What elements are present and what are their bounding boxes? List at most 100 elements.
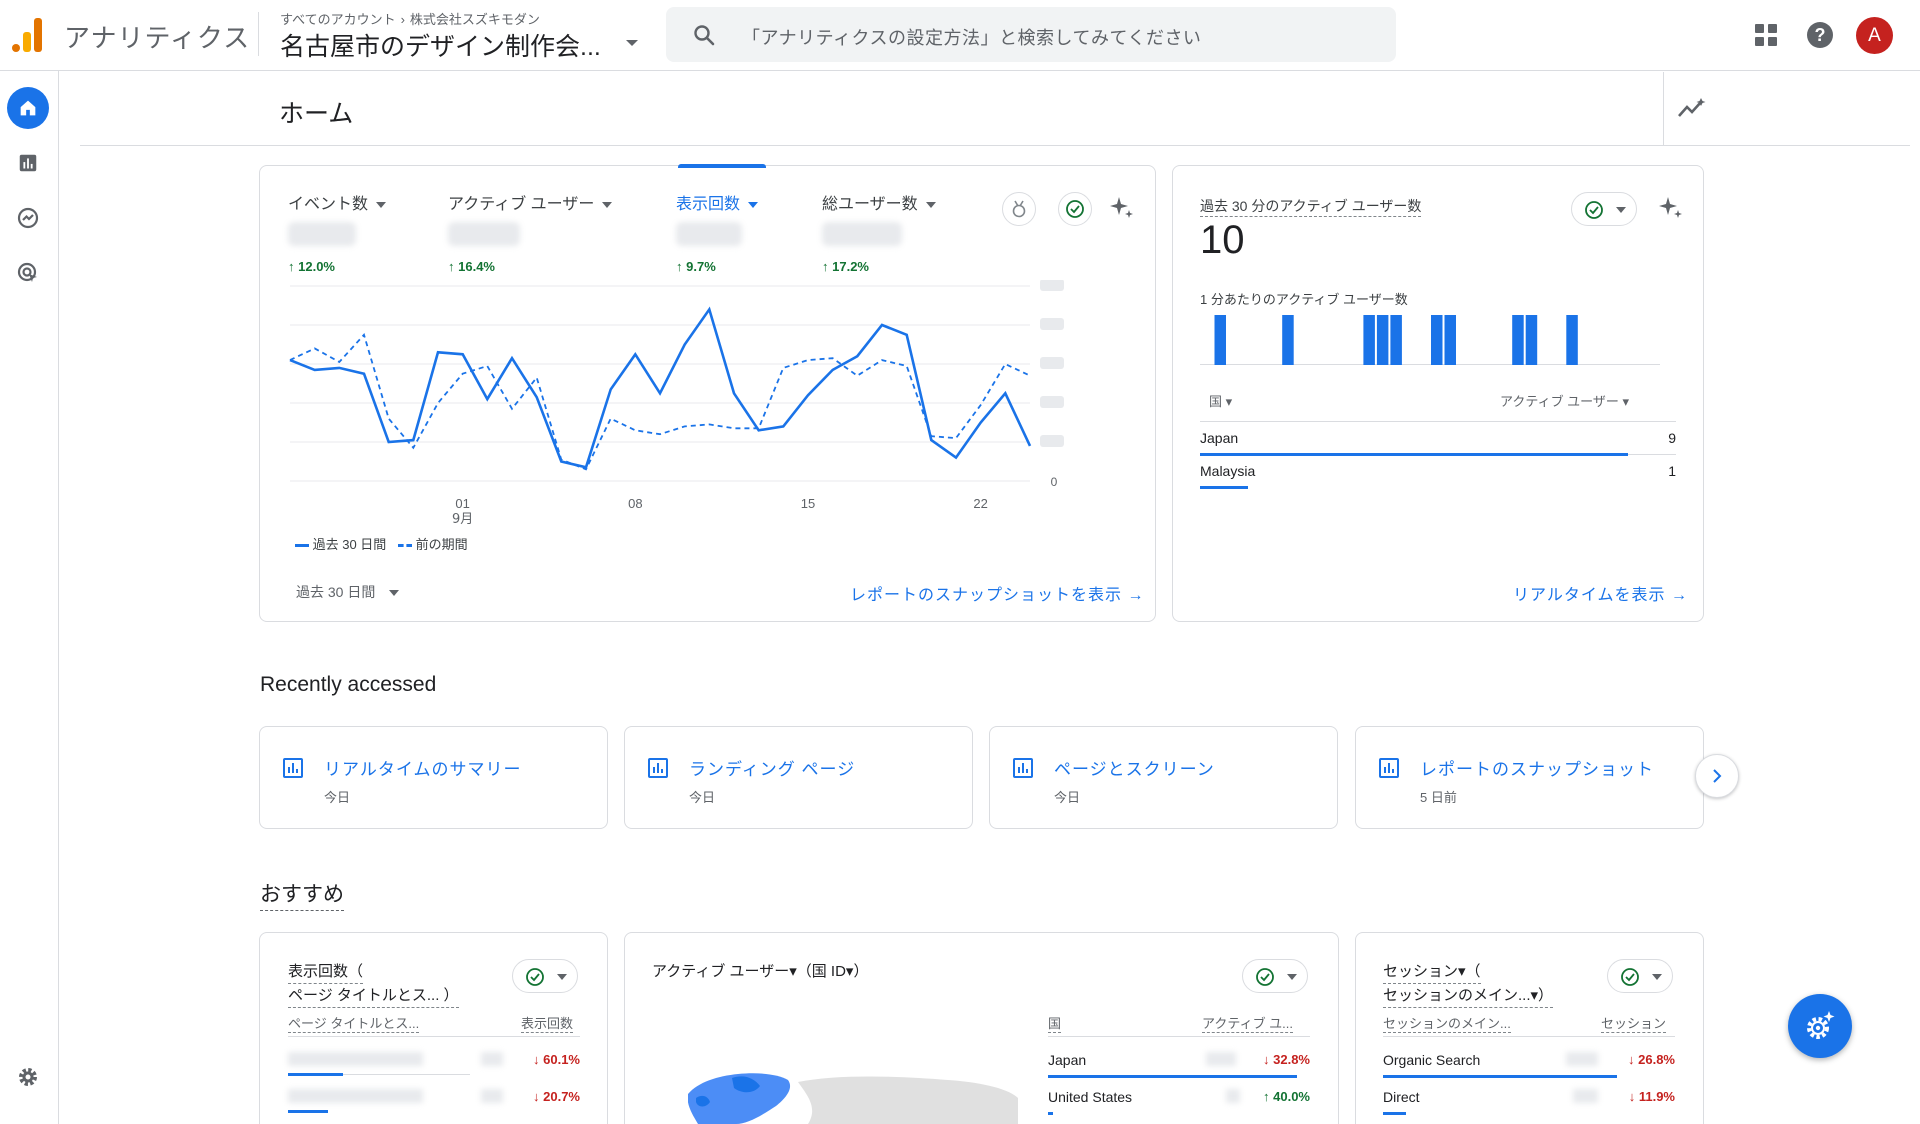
insights-icon[interactable] <box>1677 96 1707 122</box>
realtime-status-pill[interactable] <box>1571 192 1637 226</box>
divider <box>1048 1036 1310 1037</box>
redacted-value <box>481 1052 503 1066</box>
app-title[interactable]: アナリティクス <box>64 18 250 55</box>
sparkle-icon[interactable] <box>1108 194 1136 222</box>
redacted-value <box>1206 1052 1236 1066</box>
metric-tab-event-count[interactable]: イベント数 <box>288 190 387 214</box>
report-icon <box>283 758 303 778</box>
property-selector[interactable]: 名古屋市のデザイン制作会... <box>280 27 601 63</box>
metric-delta: ↓ 60.1% <box>533 1052 580 1067</box>
dropdown-icon <box>1652 974 1662 980</box>
page-title: ホーム <box>279 100 354 128</box>
card-title[interactable]: 表示回数（ ページ タイトルとス... ） <box>288 960 459 1008</box>
redacted-value <box>288 222 356 246</box>
metric-delta: ↓ 11.9% <box>1628 1089 1675 1104</box>
column-header: 国 <box>1048 1013 1062 1033</box>
check-circle-icon <box>1256 968 1274 986</box>
series-previous-period[interactable] <box>289 333 1031 471</box>
table-row[interactable]: Japan ↓ 32.8% <box>1048 1050 1310 1084</box>
card-status-pill[interactable] <box>1607 959 1673 993</box>
share-bar <box>288 1073 343 1076</box>
recently-accessed-title: Recently accessed <box>260 673 437 696</box>
dropdown-icon <box>925 201 936 208</box>
avatar[interactable]: A <box>1856 17 1893 54</box>
per-minute-bar-chart[interactable] <box>1200 310 1665 370</box>
breadcrumb[interactable]: すべてのアカウント › 株式会社スズキモダン <box>280 9 540 28</box>
medal-icon[interactable] <box>1002 192 1036 226</box>
reports-nav-button[interactable] <box>7 142 49 184</box>
dropdown-icon <box>1616 207 1626 213</box>
redacted-value <box>288 1052 423 1066</box>
table-row[interactable]: ↓ 20.7% <box>288 1087 580 1121</box>
country-dimension-selector[interactable]: 国 ▾ <box>1209 391 1232 410</box>
minute-bar[interactable] <box>1566 315 1578 365</box>
view-realtime-link[interactable]: リアルタイムを表示 → <box>1513 581 1688 605</box>
table-row[interactable]: United States ↑ 40.0% <box>1048 1087 1310 1121</box>
carousel-next-button[interactable] <box>1695 754 1739 798</box>
metric-delta: ↓ 32.8% <box>1263 1052 1310 1067</box>
recent-card[interactable]: リアルタイムのサマリー 今日 <box>259 726 608 829</box>
breadcrumb-account[interactable]: 株式会社スズキモダン <box>410 12 540 27</box>
series-current-period[interactable] <box>289 306 1032 469</box>
world-map[interactable] <box>688 1068 1018 1124</box>
table-row[interactable]: Direct ↓ 11.9% <box>1383 1087 1675 1121</box>
table-row[interactable]: Malaysia 1 <box>1200 463 1676 497</box>
minute-bar[interactable] <box>1282 315 1294 365</box>
date-range-selector[interactable]: 過去 30 日間 <box>296 582 400 602</box>
card-title[interactable]: セッション▾（ セッションのメイン...▾） <box>1383 960 1554 1008</box>
sparkle-icon[interactable] <box>1657 194 1685 222</box>
explore-icon <box>17 207 39 229</box>
breadcrumb-all-accounts[interactable]: すべてのアカウント <box>280 12 396 27</box>
analytics-logo[interactable] <box>12 18 44 52</box>
users-metric-selector[interactable]: アクティブ ユーザー ▾ <box>1500 391 1629 410</box>
card-status-pill[interactable] <box>1242 959 1308 993</box>
view-snapshot-link[interactable]: レポートのスナップショットを表示 → <box>850 581 1144 605</box>
redacted-y-tick <box>1040 357 1064 369</box>
recent-card[interactable]: レポートのスナップショット 5 日前 <box>1355 726 1704 829</box>
line-chart[interactable]: 0 019月 08 15 22 <box>280 280 1100 530</box>
table-row[interactable]: Organic Search ↓ 26.8% <box>1383 1050 1675 1084</box>
card-title[interactable]: アクティブ ユーザー▾（国 ID▾） <box>652 960 868 981</box>
share-bar <box>288 1110 329 1113</box>
search-placeholder: 「アナリティクスの設定方法」と検索してみてください <box>742 28 1202 48</box>
metric-tab-total-users[interactable]: 総ユーザー数 <box>822 190 936 214</box>
home-nav-button[interactable] <box>7 87 49 129</box>
metric-tab-views[interactable]: 表示回数 <box>676 190 759 214</box>
minute-bar[interactable] <box>1214 315 1227 365</box>
redacted-value <box>1226 1089 1240 1103</box>
apps-grid-icon[interactable] <box>1755 24 1777 46</box>
table-row[interactable]: ↓ 60.1% <box>288 1050 580 1084</box>
column-header: 表示回数 <box>521 1013 574 1033</box>
property-dropdown-icon[interactable] <box>626 40 638 46</box>
minute-bar[interactable] <box>1444 315 1457 365</box>
card-status-pill[interactable] <box>512 959 578 993</box>
help-icon[interactable]: ? <box>1807 22 1833 48</box>
chevron-right-icon <box>1713 769 1722 783</box>
admin-settings-button[interactable] <box>7 1056 49 1098</box>
advertising-nav-button[interactable] <box>7 252 49 294</box>
table-row[interactable]: Japan 9 <box>1200 430 1676 464</box>
metric-tab-active-users[interactable]: アクティブ ユーザー <box>448 190 613 214</box>
recent-card[interactable]: ランディング ページ 今日 <box>624 726 973 829</box>
bar-chart-icon <box>19 154 37 172</box>
minute-bar[interactable] <box>1525 315 1538 365</box>
selected-tab-indicator <box>678 164 766 168</box>
minute-bar[interactable] <box>1376 315 1389 365</box>
redacted-value <box>481 1089 503 1103</box>
column-header: アクティブ ユ... <box>1202 1013 1294 1033</box>
search-input[interactable]: 「アナリティクスの設定方法」と検索してみてください <box>666 7 1396 62</box>
share-bar <box>1048 1112 1054 1115</box>
minute-bar[interactable] <box>1512 315 1524 365</box>
explore-nav-button[interactable] <box>7 197 49 239</box>
top-app-bar: アナリティクス すべてのアカウント › 株式会社スズキモダン 名古屋市のデザイン制作… <box>0 0 1920 71</box>
recent-card[interactable]: ページとスクリーン 今日 <box>989 726 1338 829</box>
minute-bar[interactable] <box>1431 315 1443 365</box>
minute-bar[interactable] <box>1363 315 1375 365</box>
dropdown-icon <box>748 201 759 208</box>
redacted-value <box>1573 1089 1598 1103</box>
minute-bar[interactable] <box>1390 315 1402 365</box>
check-circle-icon[interactable] <box>1058 192 1092 226</box>
assistant-fab-button[interactable] <box>1788 994 1852 1058</box>
redacted-y-tick <box>1040 435 1064 447</box>
divider <box>1663 72 1664 146</box>
